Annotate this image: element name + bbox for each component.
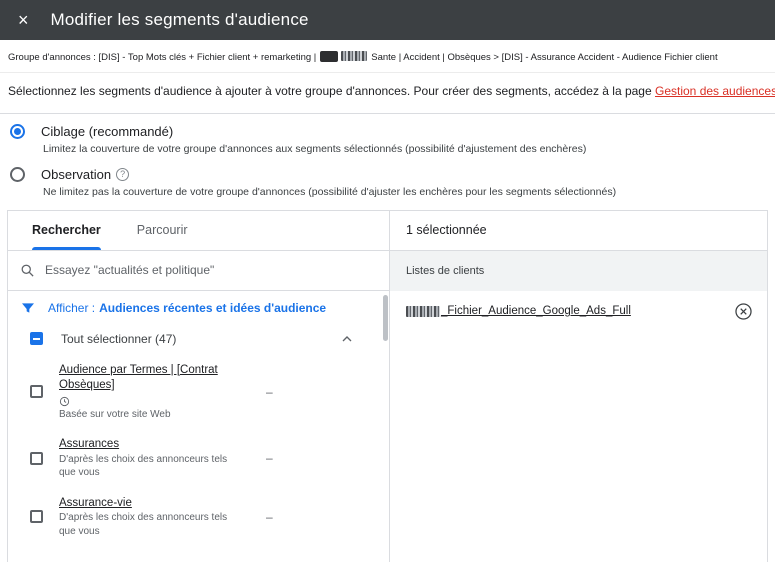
observation-label: Observation [41,166,112,182]
audience-title[interactable]: Assurances [59,437,254,453]
search-input[interactable] [45,263,377,277]
chevron-up-icon[interactable] [339,331,355,347]
item-content: Assurance-vie D'après les choix des anno… [59,496,254,539]
intro-text: Sélectionnez les segments d'audience à a… [0,73,775,114]
audience-metric: – [266,384,273,399]
selected-group-label: Listes de clients [390,250,767,291]
close-icon[interactable]: × [18,11,29,29]
list-item: Audience par Termes | [Contrat Obsèques]… [8,355,389,430]
breadcrumb-campaign: Sante | Accident | Obsèques > [DIS] - As… [371,52,718,63]
audience-filter[interactable]: Afficher : Audiences récentes et idées d… [8,291,389,323]
item-checkbox[interactable] [30,451,43,465]
tab-parcourir[interactable]: Parcourir [137,211,188,250]
redacted-brand-name [341,51,368,61]
select-all-label: Tout sélectionner (47) [61,331,177,346]
targeting-label: Ciblage (recommandé) [41,123,174,139]
tab-rechercher[interactable]: Rechercher [32,211,101,250]
filter-value: Audiences récentes et idées d'audience [99,300,327,315]
item-checkbox[interactable] [30,385,43,399]
remove-selected-icon[interactable] [734,302,753,321]
observation-radio-row[interactable]: Observation ? [10,166,767,182]
option-targeting: Ciblage (recommandé) Limitez la couvertu… [10,123,767,155]
selected-audience-name[interactable]: _Fichier_Audience_Google_Ads_Full [441,305,631,317]
observation-description: Ne limitez pas la couverture de votre gr… [43,185,617,198]
search-column: Rechercher Parcourir Afficher : Audience… [8,210,390,562]
filter-prefix: Afficher : [48,300,96,315]
dialog-header: × Modifier les segments d'audience [0,0,775,40]
audience-source: D'après les choix des annonceurs tels qu… [59,512,228,537]
targeting-options: Ciblage (recommandé) Limitez la couvertu… [0,114,775,198]
audience-source: D'après les choix des annonceurs tels qu… [59,453,228,479]
list-item: Assurance-vie D'après les choix des anno… [8,488,389,547]
dialog-title: Modifier les segments d'audience [50,10,309,29]
help-icon[interactable]: ? [116,167,130,181]
audience-picker-panel: Rechercher Parcourir Afficher : Audience… [7,209,768,562]
item-content: Assurances D'après les choix des annonce… [59,437,254,480]
audience-metric: – [266,509,273,524]
breadcrumb-ad-group: Groupe d'annonces : [DIS] - Top Mots clé… [8,52,317,63]
redacted-account-prefix [406,305,440,317]
audience-title[interactable]: Audience par Termes | [Contrat Obsèques] [59,363,254,394]
item-content: Audience par Termes | [Contrat Obsèques]… [59,363,254,422]
filter-funnel-icon [22,302,34,313]
targeting-radio-row[interactable]: Ciblage (recommandé) [10,123,767,139]
audience-management-link[interactable]: Gestion des audiences. [655,84,775,98]
select-all-row: Tout sélectionner (47) [8,323,389,355]
targeting-description: Limitez la couverture de votre groupe d'… [43,142,587,155]
clock-icon [59,396,254,407]
audience-title[interactable]: Assurance-vie [59,496,254,512]
radio-unselected-icon[interactable] [10,166,25,182]
intro-sentence: Sélectionnez les segments d'audience à a… [8,84,655,98]
list-item: Assurances D'après les choix des annonce… [8,429,389,488]
item-checkbox[interactable] [30,510,43,524]
audience-source: Basée sur votre site Web [59,408,171,420]
selected-count: 1 sélectionnée [390,211,767,251]
redacted-brand-logo [320,51,339,62]
radio-selected-icon[interactable] [10,123,25,139]
search-icon [21,264,34,277]
search-bar [8,251,389,291]
selected-item: _Fichier_Audience_Google_Ads_Full [390,291,767,332]
breadcrumb: Groupe d'annonces : [DIS] - Top Mots clé… [0,40,775,73]
select-all-checkbox[interactable] [30,332,43,345]
selected-column: 1 sélectionnée Listes de clients _Fichie… [390,211,767,562]
tabs: Rechercher Parcourir [8,211,389,251]
audience-metric: – [266,451,273,466]
scrollbar-thumb[interactable] [383,294,388,341]
option-observation: Observation ? Ne limitez pas la couvertu… [10,166,767,198]
